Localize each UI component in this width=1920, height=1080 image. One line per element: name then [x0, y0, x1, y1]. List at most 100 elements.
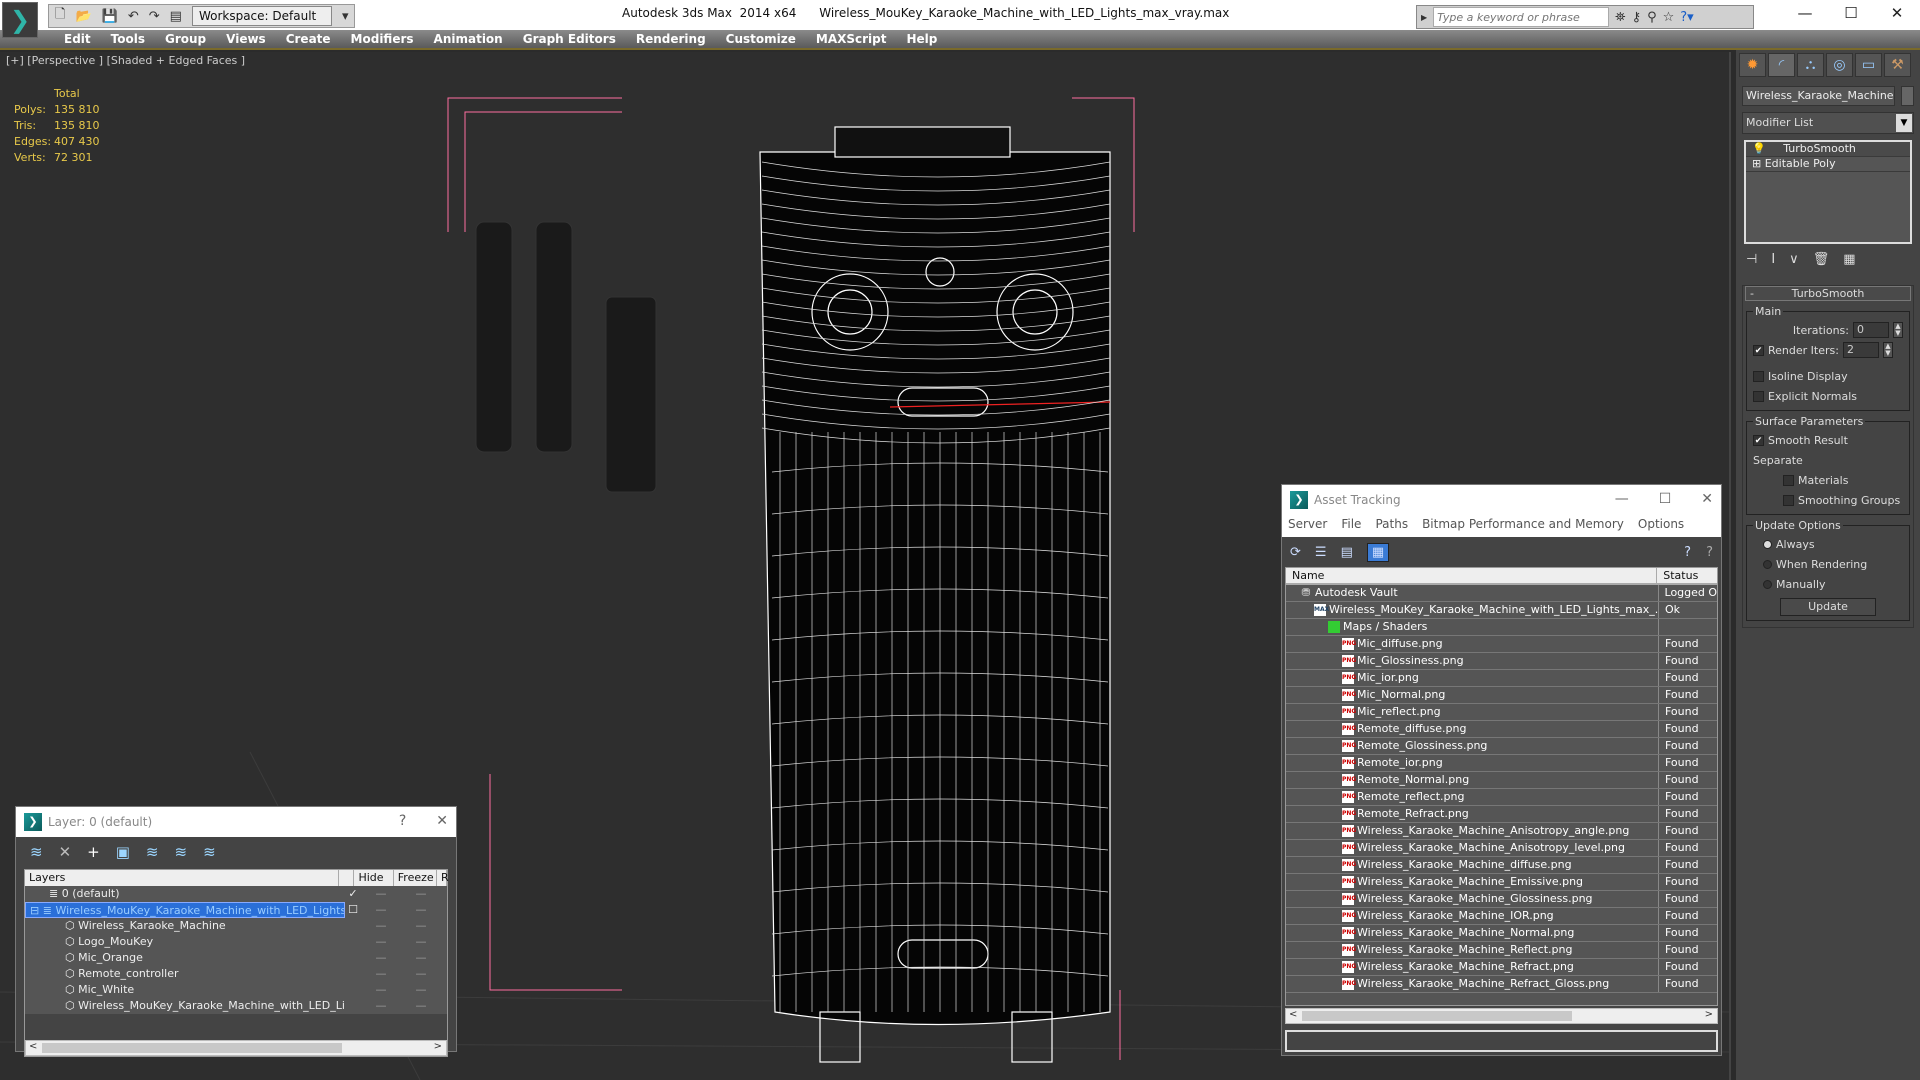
manually-radio[interactable] [1763, 579, 1772, 589]
menu-rendering[interactable]: Rendering [626, 30, 716, 48]
motion-tab-icon[interactable]: ◎ [1826, 53, 1853, 77]
viewport-label[interactable]: [+] [Perspective ] [Shaded + Edged Faces… [6, 54, 245, 67]
render-iters-spinner[interactable]: 2 [1842, 342, 1879, 358]
stack-item-turbosmooth[interactable]: 💡 TurboSmooth [1746, 142, 1910, 157]
current-layer-indicator[interactable]: ☐ [345, 902, 361, 918]
modify-tab-icon[interactable]: ◜ [1768, 53, 1795, 77]
freeze-toggle[interactable]: — [401, 998, 441, 1014]
layer-settings-icon[interactable]: ≋ [203, 843, 216, 861]
workspace-dropdown[interactable]: Workspace: Default [191, 6, 332, 26]
expand-icon[interactable]: ▶ [1421, 13, 1427, 22]
table-row[interactable]: PNG Mic_reflect.png Found [1286, 704, 1717, 721]
menu-maxscript[interactable]: MAXScript [806, 30, 897, 48]
table-row[interactable]: PNG Wireless_Karaoke_Machine_Emissive.png… [1286, 874, 1717, 891]
menu-options[interactable]: Options [1638, 517, 1684, 535]
table-row[interactable]: PNG Wireless_Karaoke_Machine_diffuse.png F… [1286, 857, 1717, 874]
table-row[interactable]: ⛃ Autodesk Vault Logged O [1286, 585, 1717, 602]
menu-views[interactable]: Views [216, 30, 276, 48]
menu-paths[interactable]: Paths [1375, 517, 1408, 535]
object-color-swatch[interactable] [1900, 86, 1914, 106]
menu-graph-editors[interactable]: Graph Editors [513, 30, 626, 48]
hierarchy-tab-icon[interactable]: ⛬ [1797, 53, 1824, 77]
help-disabled-icon[interactable]: ? [1706, 545, 1713, 560]
layer-row[interactable]: ⬡ Mic_White — — [25, 982, 447, 998]
table-row[interactable]: PNG Mic_Normal.png Found [1286, 687, 1717, 704]
menu-file[interactable]: File [1341, 517, 1361, 535]
table-row[interactable]: Maps / Shaders [1286, 619, 1717, 636]
maximize-button[interactable]: ☐ [1828, 0, 1874, 26]
freeze-toggle[interactable]: — [401, 982, 441, 998]
toolbar-options-icon[interactable]: ▾ [342, 9, 349, 24]
redo-icon[interactable]: ↷ [149, 9, 160, 24]
table-row[interactable]: PNG Mic_ior.png Found [1286, 670, 1717, 687]
remove-modifier-icon[interactable]: 🗑 [1813, 252, 1830, 267]
spinner-arrows[interactable]: ▲ ▼ [1893, 322, 1903, 338]
refresh-icon[interactable]: ⟳ [1290, 545, 1301, 560]
modifier-list-dropdown[interactable]: Modifier List ▼ [1742, 112, 1914, 134]
hide-toggle[interactable]: — [361, 950, 401, 966]
select-layer-icon[interactable]: ≋ [146, 843, 159, 861]
when-rendering-radio[interactable] [1763, 559, 1772, 569]
help-icon[interactable]: ?▾ [1680, 10, 1693, 25]
menu-animation[interactable]: Animation [424, 30, 513, 48]
menu-edit[interactable]: Edit [54, 30, 101, 48]
horizontal-scrollbar[interactable]: < > [25, 1040, 447, 1056]
layer-row[interactable]: ⬡ Logo_MouKey — — [25, 934, 447, 950]
delete-layer-icon[interactable]: ✕ [59, 843, 72, 861]
table-row[interactable]: PNG Remote_Normal.png Found [1286, 772, 1717, 789]
stack-item-editable-poly[interactable]: ⊞ Editable Poly [1746, 157, 1910, 172]
maximize-button[interactable]: ☐ [1659, 491, 1672, 507]
open-icon[interactable]: 📂 [75, 9, 91, 24]
horizontal-scrollbar[interactable]: < > [1285, 1008, 1718, 1024]
close-button[interactable]: ✕ [436, 813, 448, 829]
key-icon[interactable]: ⚷ [1632, 10, 1642, 25]
hide-toggle[interactable]: — [361, 902, 401, 918]
layer-row[interactable]: ⬡ Wireless_MouKey_Karaoke_Machine_with_L… [25, 998, 447, 1014]
table-row[interactable]: PNG Mic_diffuse.png Found [1286, 636, 1717, 653]
create-tab-icon[interactable]: ✹ [1739, 53, 1766, 77]
name-column-header[interactable]: Name [1286, 568, 1658, 583]
menu-bitmap-performance-and-memory[interactable]: Bitmap Performance and Memory [1422, 517, 1624, 535]
close-button[interactable]: ✕ [1701, 491, 1713, 507]
path-field[interactable] [1285, 1030, 1718, 1052]
list-view-icon[interactable]: ☰ [1315, 545, 1327, 560]
table-row[interactable]: PNG Remote_Glossiness.png Found [1286, 738, 1717, 755]
table-row[interactable]: PNG Wireless_Karaoke_Machine_Reflect.png F… [1286, 942, 1717, 959]
select-objects-icon[interactable]: ▣ [116, 843, 130, 861]
layers-column-header[interactable]: Layers [25, 870, 339, 886]
pin-stack-icon[interactable]: ⊣ [1746, 252, 1757, 267]
table-row[interactable]: PNG Wireless_Karaoke_Machine_Normal.png Fo… [1286, 925, 1717, 942]
create-layer-icon[interactable]: ≋ [30, 843, 43, 861]
binoculars-icon[interactable]: ⛯ [1615, 10, 1625, 25]
table-row[interactable]: PNG Mic_Glossiness.png Found [1286, 653, 1717, 670]
hide-toggle[interactable]: — [361, 966, 401, 982]
smoothing-groups-checkbox[interactable] [1783, 494, 1794, 506]
star-icon[interactable]: ☆ [1663, 10, 1675, 25]
make-unique-icon[interactable]: ∨ [1789, 252, 1799, 267]
hide-column-header[interactable]: Hide [354, 870, 394, 886]
menu-create[interactable]: Create [276, 30, 341, 48]
menu-tools[interactable]: Tools [101, 30, 155, 48]
hide-toggle[interactable]: — [361, 982, 401, 998]
hide-toggle[interactable]: — [361, 934, 401, 950]
render-iters-checkbox[interactable]: ✔ [1753, 344, 1764, 356]
layer-row[interactable]: ⬡ Remote_controller — — [25, 966, 447, 982]
iterations-spinner[interactable]: 0 [1853, 322, 1889, 338]
add-to-layer-icon[interactable]: + [87, 843, 100, 861]
update-button[interactable]: Update [1780, 598, 1876, 616]
tree-view-icon[interactable]: ▤ [1341, 545, 1353, 560]
table-row[interactable]: PNG Remote_diffuse.png Found [1286, 721, 1717, 738]
rollout-header[interactable]: - TurboSmooth [1745, 286, 1911, 301]
project-icon[interactable]: ▤ [170, 9, 182, 24]
freeze-toggle[interactable]: — [401, 950, 441, 966]
object-name-field[interactable]: Wireless_Karaoke_Machine [1742, 86, 1895, 106]
current-layer-indicator[interactable]: ✓ [345, 886, 361, 902]
table-row[interactable]: PNG Wireless_Karaoke_Machine_Anisotropy_a… [1286, 823, 1717, 840]
table-row[interactable]: PNG Wireless_Karaoke_Machine_Refract.png F… [1286, 959, 1717, 976]
layer-row[interactable]: ≣ 0 (default) ✓ — — [25, 886, 447, 902]
isoline-display-checkbox[interactable] [1753, 370, 1764, 382]
menu-group[interactable]: Group [155, 30, 216, 48]
freeze-toggle[interactable]: — [401, 934, 441, 950]
help-button[interactable]: ? [399, 813, 406, 829]
freeze-toggle[interactable]: — [401, 902, 441, 918]
